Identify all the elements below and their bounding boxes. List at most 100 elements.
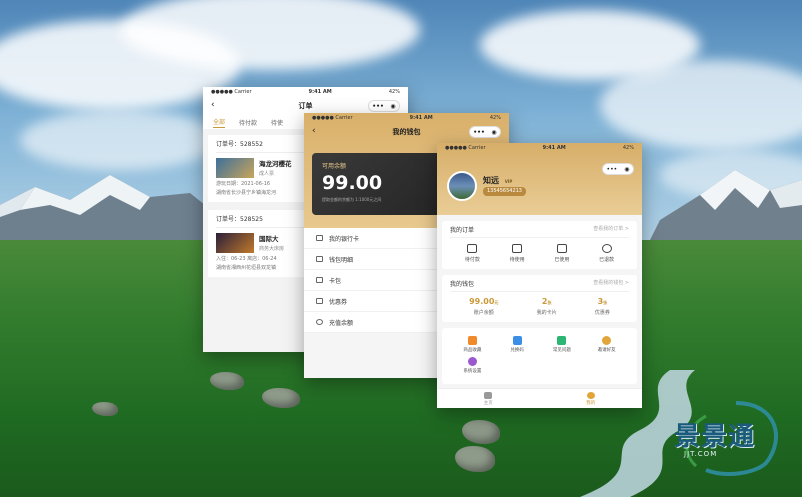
order-title: 海龙河樱花 — [259, 160, 292, 168]
username: 知远 VIP — [483, 175, 512, 186]
coupon-icon — [316, 298, 323, 304]
username-text: 知远 — [483, 176, 499, 185]
menu-item-label: 充值余额 — [329, 319, 354, 327]
tool-label: 商品收藏 — [463, 348, 482, 353]
user-icon — [586, 391, 595, 399]
cell-label: 已退款 — [599, 257, 615, 263]
tool-settings[interactable]: 系统设置 — [450, 357, 495, 374]
order-thumbnail — [216, 233, 254, 253]
order-status-used[interactable]: 已使用 — [554, 244, 569, 263]
more-icon[interactable]: ••• — [473, 129, 485, 136]
mini-program-capsule[interactable]: ••• ◉ — [602, 163, 634, 175]
tab-label: 主页 — [483, 400, 493, 406]
mini-program-capsule[interactable]: ••• ◉ — [469, 126, 501, 138]
order-title: 国际大 — [259, 235, 279, 243]
ticket-icon — [512, 244, 523, 253]
order-status-refunded[interactable]: 已退款 — [599, 244, 614, 263]
avatar[interactable] — [447, 171, 477, 201]
stat-unit: 张 — [603, 300, 608, 305]
list-icon — [316, 256, 323, 262]
stat-cards[interactable]: 2张 我的卡片 — [537, 297, 557, 316]
battery-label: 42% — [388, 89, 400, 95]
profile-header: ●●●●● Carrier 9:41 AM 42% ••• ◉ 知远 VIP 1… — [437, 143, 642, 215]
order-ticket-type: 成人票 — [259, 171, 275, 177]
tab-home[interactable]: 主页 — [483, 391, 493, 406]
refund-icon — [601, 244, 612, 253]
stat-label: 账户余额 — [473, 310, 494, 316]
view-all-orders-link[interactable]: 查看我的订单 > — [593, 225, 629, 234]
invite-icon — [602, 336, 612, 345]
order-status-pending-use[interactable]: 待使用 — [510, 244, 525, 263]
tab-label: 我的 — [586, 400, 596, 406]
tools-section: 商品收藏 兑换码 常见问题 邀请好友 系统设置 — [442, 328, 637, 384]
tool-label: 邀请好友 — [597, 348, 616, 353]
status-bar: ●●●●● Carrier 9:41 AM 42% — [304, 113, 509, 123]
order-room-type: 商务大床房 — [259, 246, 285, 252]
profile-phone-screen: ●●●●● Carrier 9:41 AM 42% ••• ◉ 知远 VIP 1… — [437, 143, 642, 408]
menu-item-label: 钱包明细 — [329, 256, 354, 264]
view-wallet-link[interactable]: 查看我的钱包 > — [593, 279, 629, 288]
order-status-pending-payment[interactable]: 待付款 — [465, 244, 480, 263]
tool-label: 常见问题 — [552, 348, 571, 353]
faq-icon — [557, 336, 567, 345]
phone-number-badge: 13545654213 — [483, 187, 526, 196]
tool-faq[interactable]: 常见问题 — [540, 336, 585, 353]
watermark-brand: 景景通 — [674, 422, 756, 452]
clock-label: 9:41 AM — [542, 145, 566, 151]
more-icon[interactable]: ••• — [607, 166, 618, 173]
brand-watermark: 景景通 JJT.COM — [666, 398, 786, 478]
more-icon[interactable]: ••• — [372, 103, 384, 110]
stat-coupons[interactable]: 3张 优惠券 — [595, 297, 610, 316]
watermark-url: JJT.COM — [684, 450, 718, 458]
back-icon[interactable]: ‹ — [211, 100, 215, 110]
redeem-icon — [512, 336, 522, 345]
carrier-label: ●●●●● Carrier — [211, 89, 252, 95]
back-icon[interactable]: ‹ — [312, 126, 316, 136]
tool-label: 兑换码 — [510, 348, 524, 353]
cell-label: 已使用 — [554, 257, 570, 263]
home-icon — [484, 391, 493, 399]
tab-mine[interactable]: 我的 — [586, 391, 596, 406]
stat-value: 99.00 — [469, 297, 495, 306]
wallet-navbar: ‹ 我的钱包 ••• ◉ — [304, 123, 509, 141]
mini-program-capsule[interactable]: ••• ◉ — [368, 100, 400, 112]
battery-label: 42% — [622, 145, 634, 151]
stat-label: 我的卡片 — [536, 310, 557, 316]
status-bar: ●●●●● Carrier 9:41 AM 42% — [203, 87, 408, 97]
wallet-icon — [467, 244, 478, 253]
my-wallet-section: 我的钱包 查看我的钱包 > 99.00元 账户余额 2张 我的卡片 3张 优惠券 — [442, 275, 637, 322]
carrier-label: ●●●●● Carrier — [312, 115, 353, 121]
cell-label: 待使用 — [509, 257, 525, 263]
tab-pending-payment[interactable]: 待付款 — [239, 118, 257, 127]
tool-favorites[interactable]: 商品收藏 — [450, 336, 495, 353]
close-icon[interactable]: ◉ — [491, 129, 496, 136]
tab-pending-use[interactable]: 待使 — [271, 118, 283, 127]
page-title: 我的钱包 — [392, 128, 421, 136]
tool-label: 系统设置 — [463, 369, 482, 374]
stat-label: 优惠券 — [594, 310, 610, 316]
close-icon[interactable]: ◉ — [390, 103, 395, 110]
close-icon[interactable]: ◉ — [624, 166, 629, 173]
cell-label: 待付款 — [464, 257, 480, 263]
tool-invite-friends[interactable]: 邀请好友 — [584, 336, 629, 353]
tool-redeem-code[interactable]: 兑换码 — [495, 336, 540, 353]
section-title: 我的钱包 — [450, 281, 475, 288]
bottom-tab-bar: 主页 我的 — [437, 388, 642, 408]
section-title: 我的订单 — [450, 227, 475, 234]
tab-all[interactable]: 全部 — [213, 117, 226, 128]
stat-unit: 元 — [494, 300, 499, 305]
battery-label: 42% — [489, 115, 501, 121]
card-icon — [316, 277, 323, 283]
my-orders-section: 我的订单 查看我的订单 > 待付款 待使用 已使用 已退款 — [442, 221, 637, 269]
menu-item-label: 我的银行卡 — [329, 235, 360, 243]
cloud — [20, 110, 220, 170]
favorites-icon — [467, 336, 477, 345]
stat-balance[interactable]: 99.00元 账户余额 — [469, 297, 498, 316]
status-bar: ●●●●● Carrier 9:41 AM 42% — [437, 143, 642, 153]
used-ticket-icon — [556, 244, 567, 253]
vip-badge: VIP — [504, 179, 513, 184]
gear-icon — [467, 357, 477, 366]
menu-item-label: 优惠券 — [329, 298, 348, 306]
menu-item-label: 卡包 — [329, 277, 342, 285]
rock — [92, 402, 118, 416]
